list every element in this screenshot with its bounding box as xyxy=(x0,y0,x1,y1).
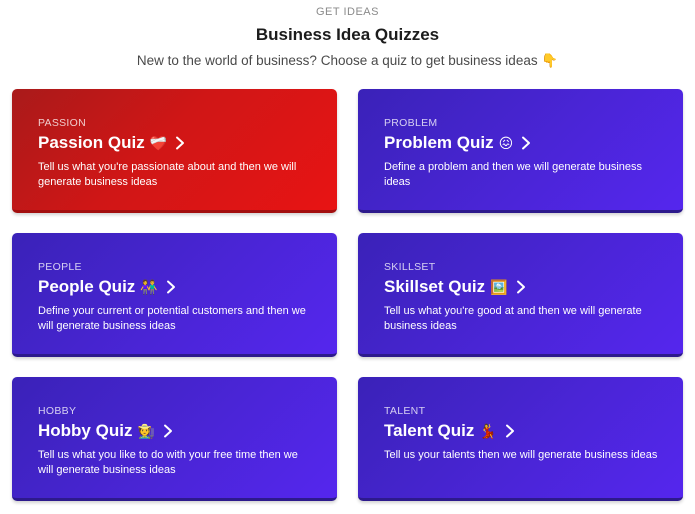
card-tag: HOBBY xyxy=(38,405,77,417)
card-description: Define your current or potential custome… xyxy=(38,305,306,332)
quiz-page: GET IDEAS Business Idea Quizzes New to t… xyxy=(0,0,695,514)
people-holding-hands-icon: 👫 xyxy=(140,279,158,295)
page-subtitle: New to the world of business? Choose a q… xyxy=(136,53,559,68)
farmer-icon: 🧑‍🌾 xyxy=(137,423,155,439)
quiz-card-problem[interactable]: PROBLEM Problem Quiz 😖 Define a problem … xyxy=(358,89,683,213)
chevron-right-icon xyxy=(166,280,175,294)
chevron-right-icon xyxy=(176,136,185,150)
card-title: People Quiz xyxy=(38,277,136,296)
card-tag: PEOPLE xyxy=(38,261,82,273)
card-heading: Passion Quiz ❤️‍🩹 xyxy=(38,132,313,154)
card-description: Define a problem and then we will genera… xyxy=(384,161,643,188)
quiz-card-people[interactable]: PEOPLE People Quiz 👫 Define your current… xyxy=(12,233,337,357)
chevron-right-icon xyxy=(522,136,531,150)
chevron-right-icon xyxy=(163,424,172,438)
card-heading: Hobby Quiz 🧑‍🌾 xyxy=(38,420,313,442)
quiz-card-skillset[interactable]: SKILLSET Skillset Quiz 🖼️ Tell us what y… xyxy=(358,233,683,357)
card-description: Tell us your talents then we will genera… xyxy=(384,449,658,461)
page-title: Business Idea Quizzes xyxy=(255,25,440,44)
card-tag: TALENT xyxy=(384,405,426,417)
section-eyebrow: GET IDEAS xyxy=(316,6,379,18)
confounded-face-icon: 😖 xyxy=(498,135,514,151)
chevron-right-icon xyxy=(505,424,514,438)
card-tag: SKILLSET xyxy=(384,261,436,273)
quiz-card-talent[interactable]: TALENT Talent Quiz 💃 Tell us your talent… xyxy=(358,377,683,501)
card-title: Problem Quiz xyxy=(384,133,494,152)
quiz-card-passion[interactable]: PASSION Passion Quiz ❤️‍🩹 Tell us what y… xyxy=(12,89,337,213)
chevron-right-icon xyxy=(516,280,525,294)
card-tag: PROBLEM xyxy=(384,117,438,129)
card-title: Hobby Quiz xyxy=(38,421,133,440)
dancer-icon: 💃 xyxy=(479,423,497,439)
card-title: Skillset Quiz xyxy=(384,277,486,296)
card-description: Tell us what you like to do with your fr… xyxy=(38,449,298,476)
mending-heart-icon: ❤️‍🩹 xyxy=(149,135,168,151)
card-heading: Skillset Quiz 🖼️ xyxy=(384,276,659,298)
card-tag: PASSION xyxy=(38,117,87,129)
card-title: Talent Quiz xyxy=(384,421,475,440)
quiz-grid: PASSION Passion Quiz ❤️‍🩹 Tell us what y… xyxy=(12,89,683,501)
card-heading: People Quiz 👫 xyxy=(38,276,313,298)
card-title: Passion Quiz xyxy=(38,133,145,152)
card-description: Tell us what you're passionate about and… xyxy=(38,161,297,188)
card-heading: Problem Quiz 😖 xyxy=(384,132,659,154)
framed-picture-icon: 🖼️ xyxy=(490,279,508,295)
quiz-card-hobby[interactable]: HOBBY Hobby Quiz 🧑‍🌾 Tell us what you li… xyxy=(12,377,337,501)
card-description: Tell us what you're good at and then we … xyxy=(384,305,642,332)
card-heading: Talent Quiz 💃 xyxy=(384,420,659,442)
